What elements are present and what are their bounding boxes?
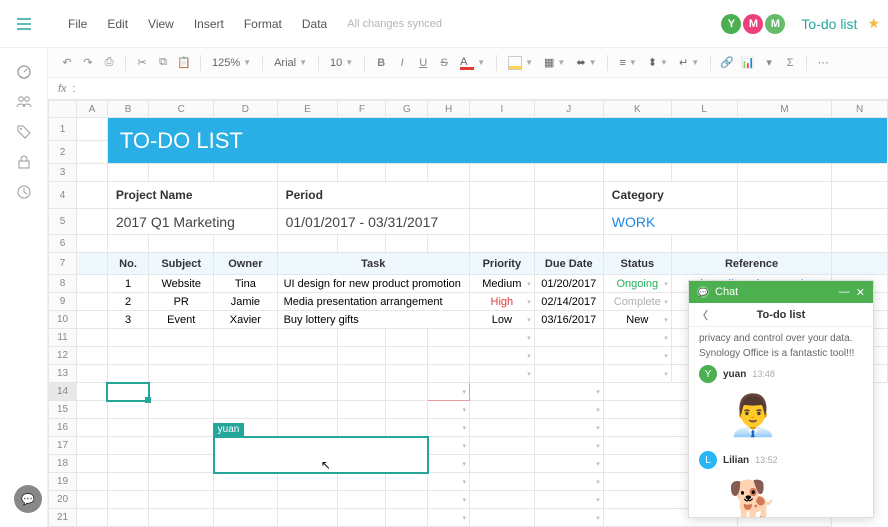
- fillcolor-icon[interactable]: ▼: [504, 56, 537, 70]
- avatar[interactable]: M: [765, 14, 785, 34]
- merge-icon[interactable]: ⬌▼: [572, 56, 600, 69]
- col-header[interactable]: I: [469, 101, 534, 118]
- chat-text: privacy and control over your data.: [699, 333, 863, 344]
- row-header[interactable]: 3: [49, 164, 77, 182]
- more-icon[interactable]: ⋯: [814, 54, 832, 72]
- menu-file[interactable]: File: [60, 13, 95, 35]
- chat-username: Lilian: [723, 455, 749, 466]
- col-header[interactable]: B: [107, 101, 148, 118]
- menu-edit[interactable]: Edit: [99, 13, 136, 35]
- star-icon[interactable]: ★: [867, 15, 880, 32]
- sticker-icon: 👨‍💼: [723, 385, 783, 445]
- doc-title[interactable]: To-do list: [801, 16, 857, 32]
- collab-selection: yuan↖: [214, 437, 428, 473]
- borders-icon[interactable]: ▦▼: [540, 56, 569, 69]
- tag-icon[interactable]: [16, 124, 32, 140]
- chat-text: Synology Office is a fantastic tool!!!: [699, 348, 863, 359]
- avatar[interactable]: Y: [721, 14, 741, 34]
- chat-username: yuan: [723, 369, 746, 380]
- col-header[interactable]: H: [428, 101, 470, 118]
- undo-icon[interactable]: ↶: [58, 54, 76, 72]
- redo-icon[interactable]: ↷: [79, 54, 97, 72]
- avatar: L: [699, 451, 717, 469]
- menu-data[interactable]: Data: [294, 13, 335, 35]
- banner-title: TO-DO LIST: [108, 128, 243, 154]
- strike-icon[interactable]: S: [435, 54, 453, 72]
- copy-icon[interactable]: ⧉: [154, 54, 172, 72]
- font-dropdown[interactable]: Arial▼: [270, 57, 311, 69]
- chat-time: 13:52: [755, 455, 778, 465]
- valign-icon[interactable]: ⬍▼: [644, 56, 672, 69]
- filter-icon[interactable]: ▾: [760, 54, 778, 72]
- col-header[interactable]: G: [386, 101, 428, 118]
- col-header[interactable]: M: [737, 101, 832, 118]
- toolbar: ↶ ↷ ⎙ ✂ ⧉ 📋 125%▼ Arial▼ 10▼ B I U S A▼ …: [48, 48, 888, 78]
- underline-icon[interactable]: U: [414, 54, 432, 72]
- menu-view[interactable]: View: [140, 13, 182, 35]
- sticker-icon: 🐕: [723, 471, 783, 517]
- col-header[interactable]: K: [603, 101, 671, 118]
- col-header[interactable]: N: [832, 101, 888, 118]
- row-header[interactable]: 6: [49, 235, 77, 253]
- chat-fab[interactable]: 💬: [14, 485, 42, 513]
- halign-icon[interactable]: ≡▼: [615, 57, 640, 69]
- gauge-icon[interactable]: [16, 64, 32, 80]
- wrap-icon[interactable]: ↵▼: [675, 56, 703, 69]
- sync-status: All changes synced: [347, 18, 442, 30]
- chat-body[interactable]: privacy and control over your data. Syno…: [689, 327, 873, 517]
- print-icon[interactable]: ⎙: [100, 54, 118, 72]
- zoom-dropdown[interactable]: 125%▼: [208, 57, 255, 69]
- col-header[interactable]: J: [534, 101, 603, 118]
- link-icon[interactable]: 🔗: [718, 54, 736, 72]
- avatar[interactable]: M: [743, 14, 763, 34]
- people-icon[interactable]: [16, 94, 32, 110]
- textcolor-icon[interactable]: A▼: [456, 56, 489, 70]
- size-dropdown[interactable]: 10▼: [326, 57, 357, 69]
- chat-panel: 💬 Chat — ✕ 〈 To-do list privacy and cont…: [688, 280, 874, 518]
- avatar: Y: [699, 365, 717, 383]
- close-icon[interactable]: ✕: [856, 286, 865, 299]
- chart-icon[interactable]: 📊: [739, 54, 757, 72]
- minimize-icon[interactable]: —: [839, 286, 850, 298]
- chat-title: Chat: [715, 286, 738, 298]
- col-header[interactable]: E: [277, 101, 338, 118]
- col-header[interactable]: D: [214, 101, 277, 118]
- function-icon[interactable]: Σ: [781, 54, 799, 72]
- history-icon[interactable]: [16, 184, 32, 200]
- fx-label: fx: [58, 83, 67, 95]
- col-header[interactable]: C: [149, 101, 214, 118]
- active-cell: [107, 383, 148, 401]
- col-header[interactable]: F: [338, 101, 386, 118]
- cut-icon[interactable]: ✂: [133, 54, 151, 72]
- bold-icon[interactable]: B: [372, 54, 390, 72]
- italic-icon[interactable]: I: [393, 54, 411, 72]
- formula-bar[interactable]: fx :: [48, 78, 888, 100]
- paste-icon[interactable]: 📋: [175, 54, 193, 72]
- chat-time: 13:48: [752, 369, 775, 379]
- chat-subtitle: To-do list: [757, 309, 806, 321]
- hamburger-icon[interactable]: [0, 0, 48, 48]
- left-rail: [0, 48, 48, 527]
- col-header[interactable]: A: [77, 101, 108, 118]
- menu-format[interactable]: Format: [236, 13, 290, 35]
- back-icon[interactable]: 〈: [697, 307, 708, 323]
- col-header[interactable]: L: [671, 101, 737, 118]
- lock-icon[interactable]: [16, 154, 32, 170]
- chat-bubble-icon: 💬: [697, 286, 709, 298]
- menu-insert[interactable]: Insert: [186, 13, 232, 35]
